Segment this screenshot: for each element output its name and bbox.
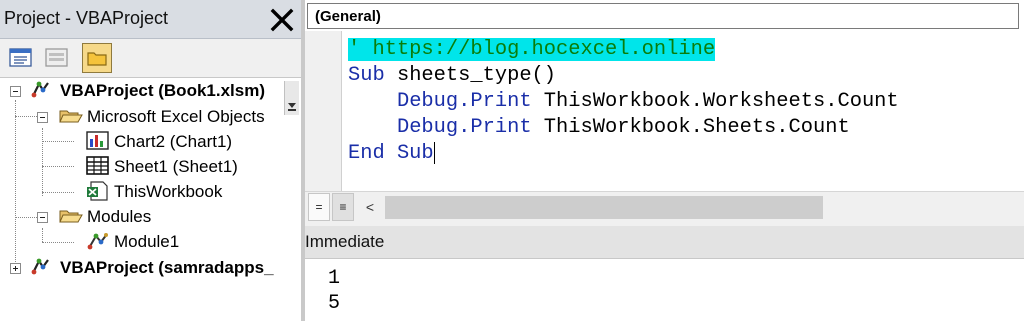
text-cursor	[433, 141, 435, 164]
tree-node-project2[interactable]: VBAProject (samradapps_	[0, 257, 301, 279]
tree-node-label: VBAProject (samradapps_	[60, 258, 274, 277]
collapse-icon[interactable]	[10, 86, 21, 97]
procedure-view-button[interactable]: =	[308, 193, 330, 221]
project-explorer-toolbar	[0, 39, 301, 115]
tree-node-label: ThisWorkbook	[114, 182, 223, 201]
code-line: Debug.Print ThisWorkbook.Sheets.Count	[348, 115, 1024, 141]
module-icon	[86, 231, 108, 251]
tree-node-module1[interactable]: Module1	[0, 231, 301, 253]
code-text: ThisWorkbook.Worksheets.Count	[531, 90, 899, 113]
horizontal-scrollbar-thumb[interactable]	[385, 196, 823, 219]
code-text: sheets_type()	[384, 64, 557, 87]
scroll-left-icon[interactable]: <	[360, 196, 380, 218]
vba-project-icon	[30, 80, 52, 100]
tree-node-label: Chart2 (Chart1)	[114, 132, 233, 151]
chart-sheet-icon	[86, 131, 109, 151]
view-object-icon[interactable]	[42, 43, 72, 73]
object-combo-box[interactable]: (General)	[307, 3, 1019, 29]
code-text: ThisWorkbook.Sheets.Count	[531, 116, 850, 139]
margin-indicator-bar[interactable]	[305, 31, 342, 191]
output-line: 1	[328, 267, 341, 290]
collapse-icon[interactable]	[37, 212, 48, 223]
project-tree: VBAProject (Book1.xlsm) Microsoft Excel …	[0, 78, 301, 321]
view-code-icon[interactable]	[6, 43, 36, 73]
folder-open-icon	[59, 106, 83, 126]
code-line: Debug.Print ThisWorkbook.Worksheets.Coun…	[348, 89, 1024, 115]
workbook-icon	[86, 181, 108, 201]
code-line: Sub sheets_type()	[348, 63, 1024, 89]
immediate-window: Immediate 1 5	[305, 226, 1024, 321]
tree-node-modules[interactable]: Modules	[0, 206, 301, 228]
keyword: Sub	[348, 64, 385, 87]
code-line: End Sub	[348, 141, 1024, 167]
code-line: ' https://blog.hocexcel.online	[348, 37, 1024, 63]
folder-open-icon	[59, 206, 83, 226]
immediate-window-titlebar[interactable]: Immediate	[305, 226, 1024, 259]
tree-node-sheet1[interactable]: Sheet1 (Sheet1)	[0, 156, 301, 178]
keyword: End Sub	[348, 142, 434, 165]
code-window: (General) ' https://blog.hocexcel.online…	[305, 0, 1024, 227]
toggle-folders-icon[interactable]	[82, 43, 112, 73]
tree-node-thisworkbook[interactable]: ThisWorkbook	[0, 181, 301, 203]
tree-node-label: VBAProject (Book1.xlsm)	[60, 81, 265, 100]
code-statusbar: = ≡ <	[305, 191, 1024, 227]
expand-icon[interactable]	[10, 263, 21, 274]
keyword: Debug.Print	[396, 90, 532, 113]
tree-node-label: Modules	[87, 207, 152, 226]
tree-node-project1[interactable]: VBAProject (Book1.xlsm)	[0, 80, 301, 102]
collapse-icon[interactable]	[37, 112, 48, 123]
tree-node-label: Microsoft Excel Objects	[87, 107, 265, 126]
tree-node-chart2[interactable]: Chart2 (Chart1)	[0, 131, 301, 153]
vba-project-icon	[30, 257, 52, 277]
close-icon[interactable]	[268, 6, 296, 34]
comment-text: ' https://blog.hocexcel.online	[348, 38, 716, 61]
project-explorer-title: Project - VBAProject	[4, 8, 169, 28]
tree-node-label: Module1	[114, 232, 180, 251]
project-explorer: Project - VBAProject VBAProject (Book1.x…	[0, 0, 301, 321]
immediate-window-title: Immediate	[305, 232, 385, 251]
tree-node-label: Sheet1 (Sheet1)	[114, 157, 238, 176]
output-line: 5	[328, 292, 341, 315]
keyword: Debug.Print	[396, 116, 532, 139]
tree-node-excel-objects[interactable]: Microsoft Excel Objects	[0, 106, 301, 128]
full-module-view-button[interactable]: ≡	[332, 193, 354, 221]
immediate-output[interactable]: 1 5	[328, 266, 340, 316]
code-editor[interactable]: ' https://blog.hocexcel.online Sub sheet…	[348, 37, 1024, 191]
object-combo-value: (General)	[315, 8, 381, 25]
worksheet-icon	[86, 156, 109, 176]
project-explorer-titlebar[interactable]: Project - VBAProject	[0, 0, 301, 39]
